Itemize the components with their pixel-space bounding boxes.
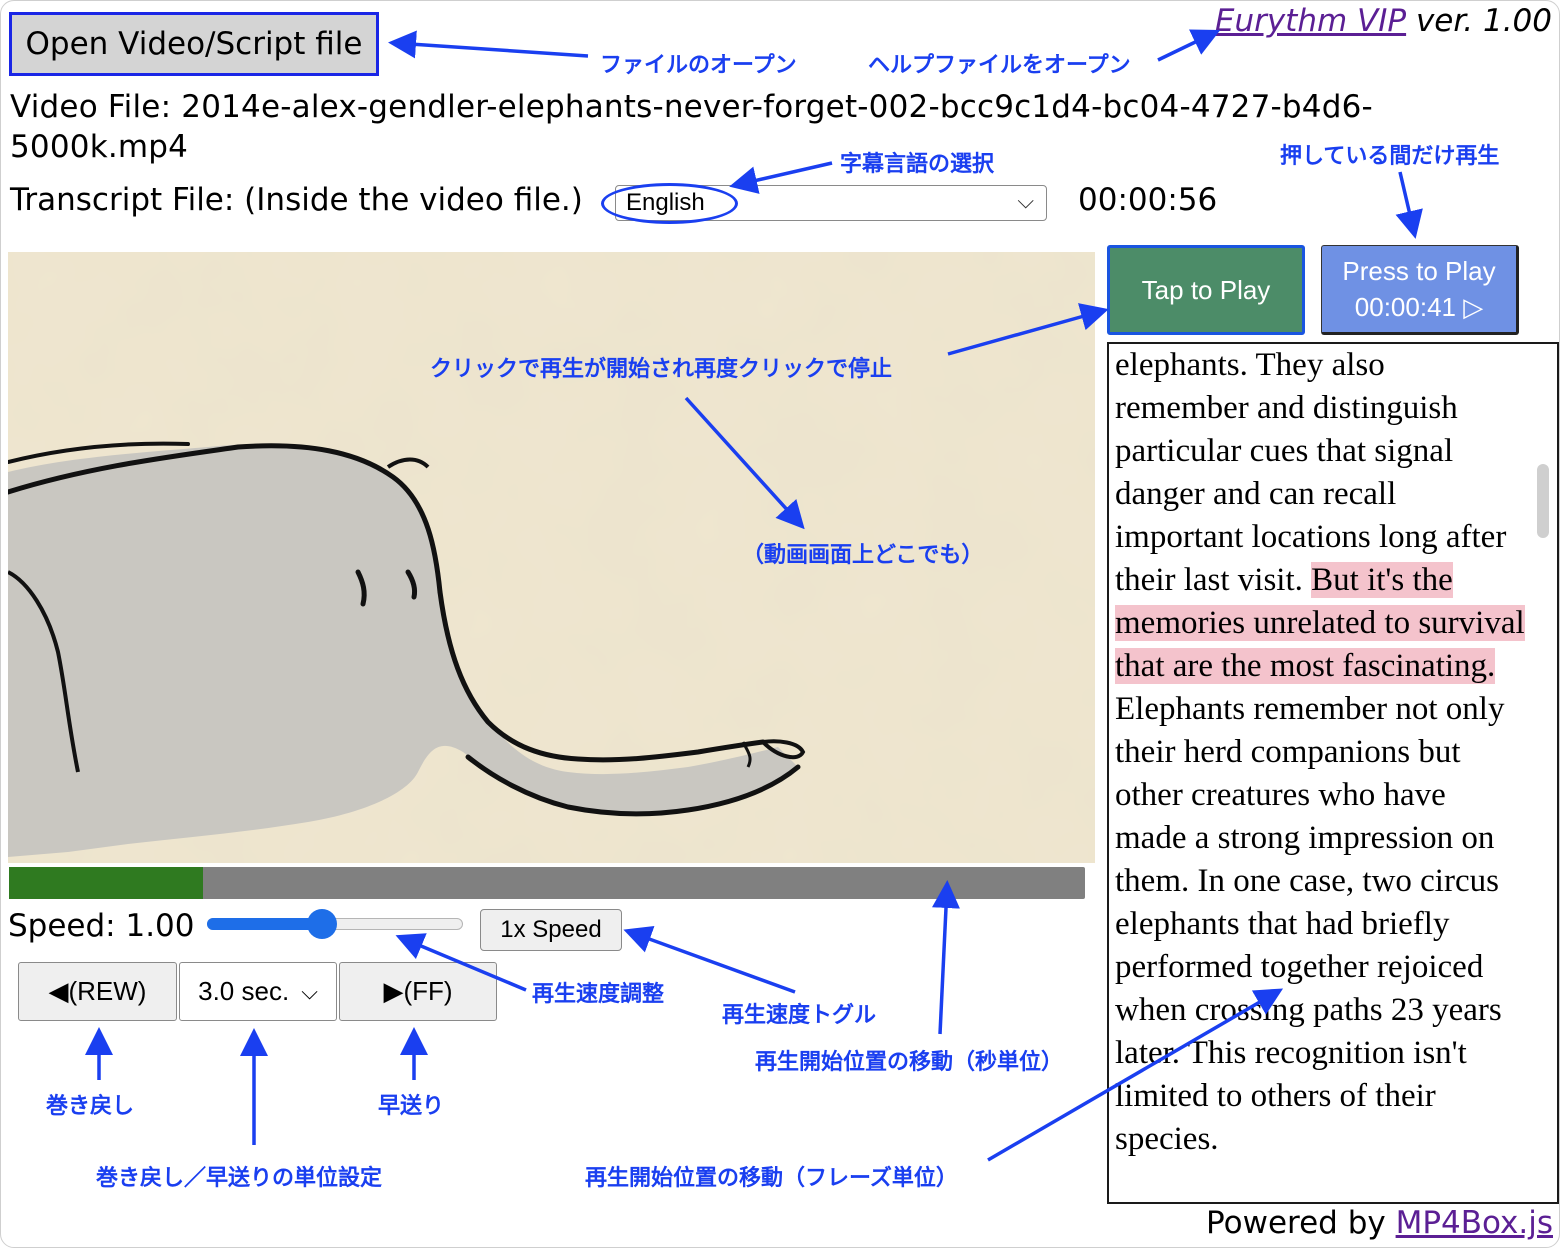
arrow-seek (932, 880, 960, 1035)
powered-by: Powered by MP4Box.js (1206, 1205, 1553, 1241)
annotation-click-play: クリックで再生が開始され再度クリックで停止 (430, 357, 893, 382)
chevron-down-icon: ⌵ (1017, 188, 1034, 213)
rewind-button[interactable]: ◀(REW) (18, 962, 177, 1021)
press-to-play-button[interactable]: Press to Play 00:00:41 ▷ (1321, 245, 1519, 335)
annotation-speed-toggle: 再生速度トグル (722, 1003, 877, 1028)
language-select[interactable]: English ⌵ (615, 185, 1047, 221)
fast-forward-button[interactable]: ▶(FF) (339, 962, 497, 1021)
app-title: Eurythm VIP ver. 1.00 (1215, 3, 1552, 39)
help-link[interactable]: Eurythm VIP (1215, 3, 1406, 39)
annotation-open-file: ファイルのオープン (600, 53, 797, 78)
annotation-speed-adjust: 再生速度調整 (532, 982, 665, 1007)
transcript-before[interactable]: elephants. They also remember and distin… (1115, 347, 1506, 598)
annotation-seek-phrase: 再生開始位置の移動（フレーズ単位） (585, 1166, 958, 1191)
press-to-play-time: 00:00:41 ▷ (1354, 292, 1484, 322)
step-select[interactable]: 3.0 sec. ⌵ (179, 962, 337, 1021)
annotation-subtitle-language: 字幕言語の選択 (840, 152, 995, 177)
press-to-play-label: Press to Play (1342, 256, 1496, 286)
transcript-text[interactable]: elephants. They also remember and distin… (1115, 344, 1525, 1161)
speed-label: Speed: 1.00 (8, 908, 195, 944)
annotation-rewind: 巻き戻し (46, 1094, 135, 1119)
arrow-help (1157, 29, 1221, 62)
annotation-step-unit: 巻き戻し／早送りの単位設定 (96, 1166, 383, 1191)
transcript-file-label: Transcript File: (Inside the video file.… (10, 182, 583, 218)
transcript-scrollbar[interactable] (1537, 464, 1549, 538)
slider-thumb[interactable] (307, 909, 338, 939)
step-select-value: 3.0 sec. (198, 976, 290, 1006)
speed-slider[interactable] (207, 909, 463, 939)
tap-to-play-button[interactable]: Tap to Play (1107, 245, 1305, 335)
annotation-anywhere: （動画画面上どこでも） (742, 543, 984, 568)
progress-fill (9, 867, 203, 899)
transcript-after[interactable]: Elephants remember not only their herd c… (1115, 691, 1504, 1157)
annotation-fast-forward: 早送り (378, 1094, 445, 1119)
version-text: ver. 1.00 (1406, 3, 1552, 39)
annotation-open-help: ヘルプファイルをオープン (868, 53, 1131, 78)
language-select-value: English (626, 189, 705, 216)
mp4box-link[interactable]: MP4Box.js (1396, 1205, 1553, 1241)
video-file-label: Video File: 2014e-alex-gendler-elephants… (10, 89, 1373, 165)
chevron-down-icon: ⌵ (301, 978, 318, 1004)
powered-by-label: Powered by (1206, 1205, 1396, 1241)
arrow-press (1395, 171, 1423, 239)
open-file-button[interactable]: Open Video/Script file (9, 12, 379, 76)
arrow-open-file (388, 30, 589, 59)
annotation-seek-seconds: 再生開始位置の移動（秒単位） (755, 1050, 1064, 1075)
transcript-panel[interactable]: elephants. They also remember and distin… (1107, 342, 1559, 1204)
seek-progress-bar[interactable] (9, 867, 1085, 899)
speed-toggle-button[interactable]: 1x Speed (480, 909, 622, 951)
slider-fill (207, 918, 323, 930)
current-time: 00:00:56 (1078, 182, 1218, 218)
annotation-press-hold: 押している間だけ再生 (1280, 144, 1500, 169)
